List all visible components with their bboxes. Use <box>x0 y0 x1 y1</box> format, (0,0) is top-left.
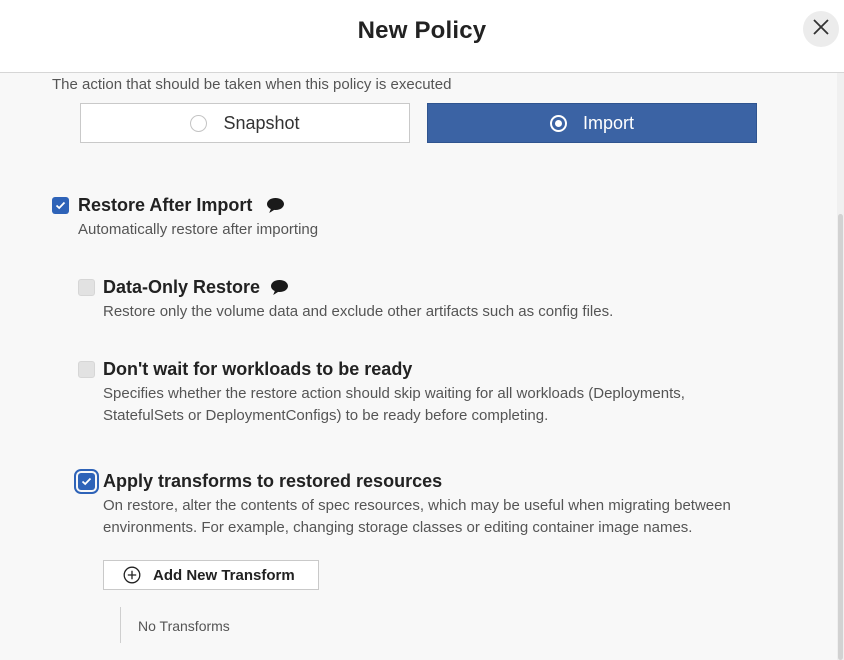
scrollbar-thumb[interactable] <box>838 214 843 660</box>
data-only-restore-title: Data-Only Restore <box>103 277 261 297</box>
close-button[interactable] <box>803 11 839 47</box>
close-icon <box>812 18 830 41</box>
action-description: The action that should be taken when thi… <box>52 76 452 93</box>
checkmark-icon <box>81 477 92 486</box>
snapshot-label: Snapshot <box>223 112 300 133</box>
restore-after-import-title: Restore After Import <box>78 195 253 215</box>
snapshot-radio[interactable] <box>190 114 208 132</box>
dont-wait-checkbox[interactable] <box>78 361 95 378</box>
transforms-list-divider <box>120 607 121 643</box>
apply-transforms-description-line2: environments. For example, changing stor… <box>103 519 693 536</box>
add-new-transform-label: Add New Transform <box>153 566 295 584</box>
plus-circle-icon <box>123 566 141 584</box>
apply-transforms-checkbox[interactable] <box>74 469 99 494</box>
dont-wait-description-line2: StatefulSets or DeploymentConfigs) to be… <box>103 407 549 424</box>
restore-after-import-checkbox[interactable] <box>52 197 69 214</box>
import-option[interactable]: Import <box>427 103 757 143</box>
checkmark-icon <box>55 201 66 210</box>
apply-transforms-description-line1: On restore, alter the contents of spec r… <box>103 497 731 514</box>
comment-icon[interactable] <box>266 197 285 219</box>
snapshot-option[interactable]: Snapshot <box>80 103 410 143</box>
import-label: Import <box>582 112 634 133</box>
restore-after-import-description: Automatically restore after importing <box>78 221 319 238</box>
dialog-header: New Policy <box>0 0 844 73</box>
comment-icon[interactable] <box>270 279 289 301</box>
import-radio[interactable] <box>549 114 567 132</box>
dialog-title: New Policy <box>357 17 487 44</box>
data-only-restore-description: Restore only the volume data and exclude… <box>103 303 614 320</box>
no-transforms-text: No Transforms <box>138 618 230 634</box>
data-only-restore-checkbox[interactable] <box>78 279 95 296</box>
add-new-transform-button[interactable]: Add New Transform <box>103 560 319 590</box>
dont-wait-description-line1: Specifies whether the restore action sho… <box>103 385 685 402</box>
dont-wait-title: Don't wait for workloads to be ready <box>103 359 413 379</box>
apply-transforms-title: Apply transforms to restored resources <box>103 471 443 491</box>
